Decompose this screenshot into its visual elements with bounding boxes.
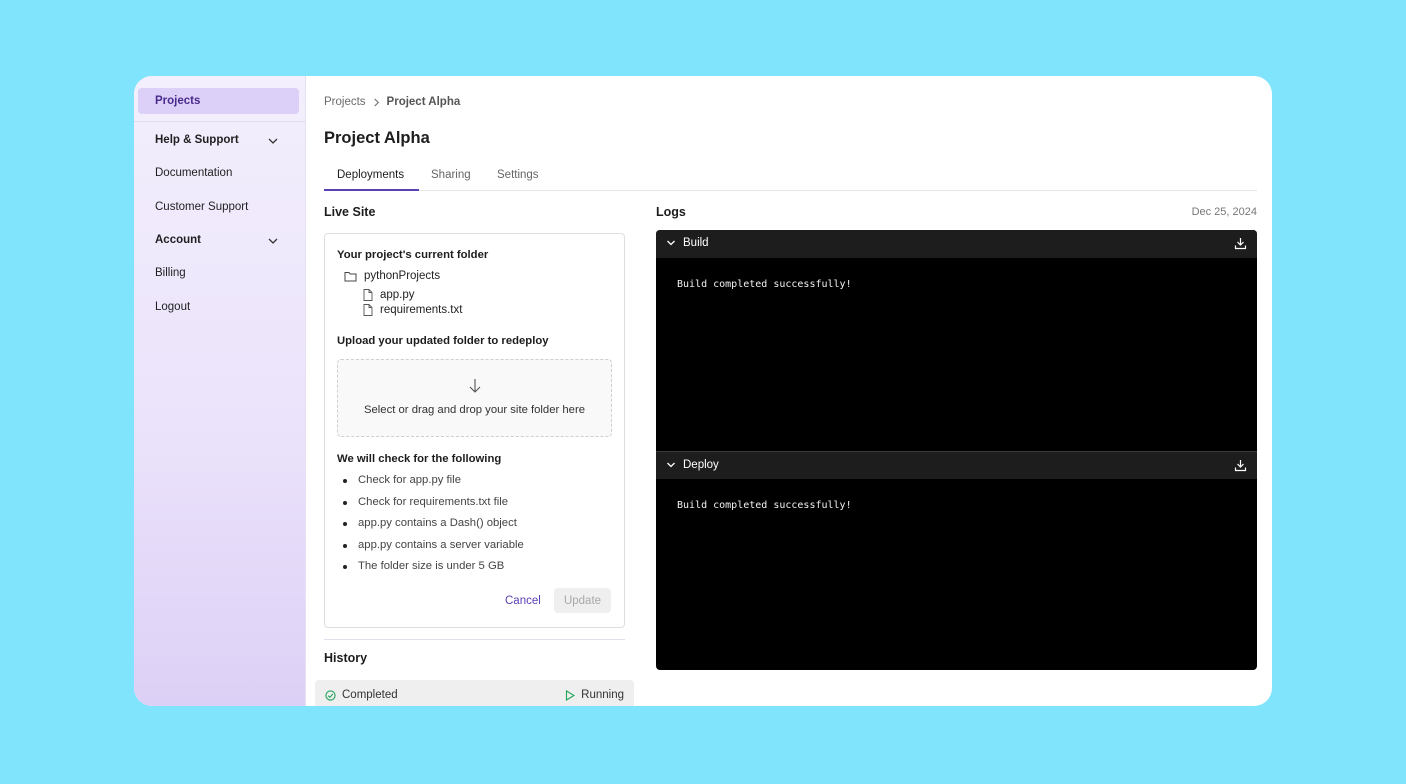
download-icon[interactable] <box>1234 459 1247 472</box>
list-item: Check for app.py file <box>341 474 524 496</box>
current-folder-heading: Your project's current folder <box>337 249 489 261</box>
folder-icon <box>344 271 357 281</box>
breadcrumb: Projects Project Alpha <box>324 96 460 108</box>
chevron-down-icon <box>667 462 675 468</box>
chevron-down-icon <box>667 240 675 246</box>
file-name: app.py <box>380 289 415 301</box>
upload-heading: Upload your updated folder to redeploy <box>337 335 549 347</box>
update-button[interactable]: Update <box>554 588 611 613</box>
sidebar-item-customer-support[interactable]: Customer Support <box>155 201 248 213</box>
history-row[interactable]: Completed Running <box>315 680 634 706</box>
chevron-right-icon <box>373 97 379 107</box>
breadcrumb-root[interactable]: Projects <box>324 96 366 108</box>
dropzone-text: Select or drag and drop your site folder… <box>363 404 586 416</box>
live-site-card: Your project's current folder pythonProj… <box>324 233 625 628</box>
live-site-title: Live Site <box>324 205 376 219</box>
sidebar-item-account[interactable]: Account <box>155 234 201 246</box>
history-state-label: Running <box>581 689 624 701</box>
sidebar-item-projects[interactable]: Projects <box>138 88 299 114</box>
logs-title: Logs <box>656 205 686 219</box>
history-title: History <box>324 651 368 665</box>
file-row: requirements.txt <box>363 304 462 316</box>
history-status: Completed <box>325 689 398 701</box>
deploy-log-header[interactable]: Deploy <box>656 451 1257 479</box>
sidebar-item-logout[interactable]: Logout <box>155 301 190 313</box>
checks-list: Check for app.py file Check for requirem… <box>341 474 524 582</box>
active-tab-indicator <box>324 189 419 191</box>
build-log-label: Build <box>683 237 709 249</box>
list-item: app.py contains a Dash() object <box>341 517 524 539</box>
build-log-header[interactable]: Build <box>656 230 1257 258</box>
folder-dropzone[interactable]: Select or drag and drop your site folder… <box>337 359 612 437</box>
sidebar-divider <box>134 121 306 122</box>
deploy-log-toggle[interactable]: Deploy <box>666 459 719 471</box>
build-log-toggle[interactable]: Build <box>666 237 709 249</box>
sidebar-item-documentation[interactable]: Documentation <box>155 167 232 179</box>
file-name: requirements.txt <box>380 304 463 316</box>
download-icon[interactable] <box>1234 237 1247 250</box>
check-circle-icon <box>325 689 336 701</box>
tab-sharing[interactable]: Sharing <box>431 169 471 181</box>
history-state: Running <box>565 689 624 701</box>
app-window: Projects Help & Support Documentation Cu… <box>134 76 1272 706</box>
file-row: app.py <box>363 289 415 301</box>
folder-row: pythonProjects <box>344 270 440 282</box>
logs-panel: Build Build completed successfully! Depl… <box>656 230 1257 670</box>
sidebar: Projects Help & Support Documentation Cu… <box>134 76 306 706</box>
page-title: Project Alpha <box>324 129 430 147</box>
deploy-log-line: Build completed successfully! <box>677 500 852 511</box>
main-content: Projects Project Alpha Project Alpha Dep… <box>306 76 1272 706</box>
list-item: The folder size is under 5 GB <box>341 560 524 582</box>
tab-settings[interactable]: Settings <box>497 169 539 181</box>
file-icon <box>363 304 373 316</box>
divider <box>324 639 625 640</box>
chevron-down-icon[interactable] <box>267 235 279 247</box>
build-log-line: Build completed successfully! <box>677 279 852 290</box>
checks-heading: We will check for the following <box>337 453 502 465</box>
cancel-button[interactable]: Cancel <box>505 595 541 607</box>
sidebar-item-help-support[interactable]: Help & Support <box>155 134 239 146</box>
chevron-down-icon[interactable] <box>267 135 279 147</box>
file-icon <box>363 289 373 301</box>
list-item: app.py contains a server variable <box>341 539 524 561</box>
logs-date: Dec 25, 2024 <box>1191 206 1257 218</box>
list-item: Check for requirements.txt file <box>341 496 524 518</box>
sidebar-item-billing[interactable]: Billing <box>155 267 186 279</box>
tab-bar: Deployments Sharing Settings <box>324 163 1257 191</box>
breadcrumb-current: Project Alpha <box>386 96 461 108</box>
play-icon <box>566 689 576 701</box>
arrow-down-icon <box>469 379 481 393</box>
deploy-log-label: Deploy <box>683 459 719 471</box>
tab-deployments[interactable]: Deployments <box>337 169 404 181</box>
history-status-label: Completed <box>342 689 398 701</box>
folder-name: pythonProjects <box>364 270 441 282</box>
